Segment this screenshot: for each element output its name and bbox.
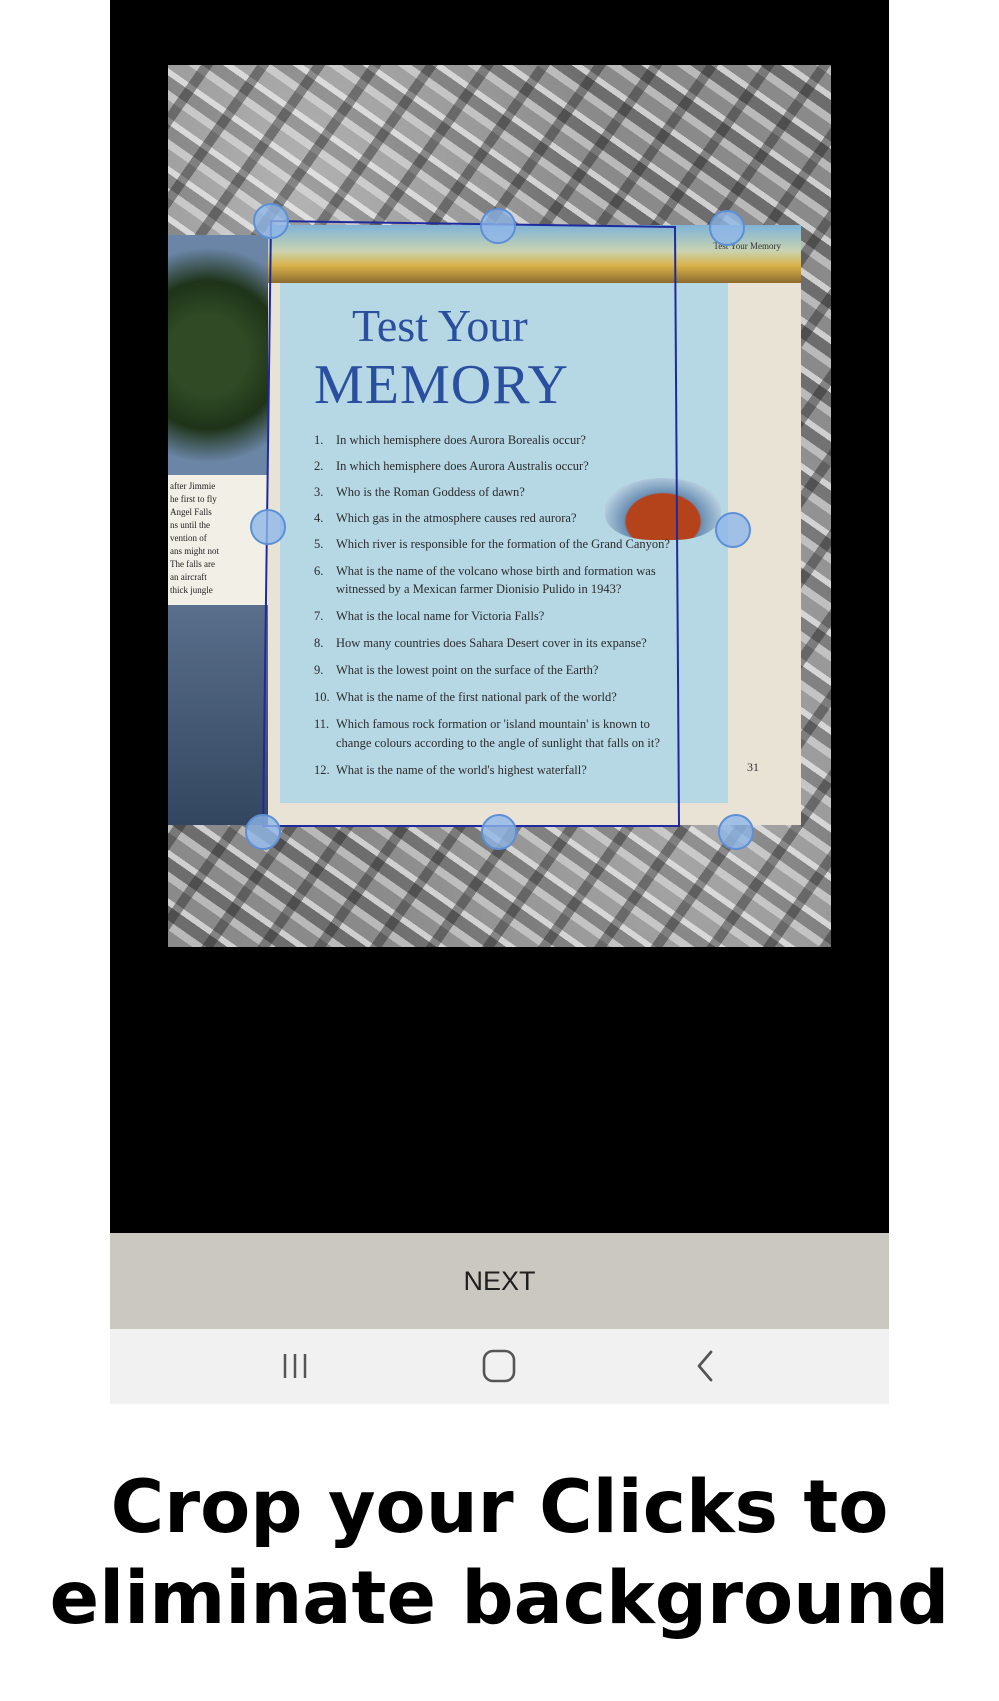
recents-button[interactable] bbox=[260, 1341, 330, 1391]
recents-icon bbox=[283, 1354, 307, 1378]
crop-handle-bottom-center[interactable] bbox=[481, 814, 517, 850]
crop-handle-bottom-right[interactable] bbox=[718, 814, 754, 850]
back-button[interactable] bbox=[670, 1341, 740, 1391]
crop-handle-top-left[interactable] bbox=[253, 203, 289, 239]
crop-handle-bottom-left[interactable] bbox=[245, 814, 281, 850]
crop-frame[interactable] bbox=[261, 219, 681, 827]
home-button[interactable] bbox=[464, 1341, 534, 1391]
crop-handle-middle-right[interactable] bbox=[715, 512, 751, 548]
next-button[interactable]: NEXT bbox=[110, 1233, 889, 1329]
crop-viewport: after Jimmie he first to fly Angel Falls… bbox=[110, 0, 889, 1233]
phone-screen: after Jimmie he first to fly Angel Falls… bbox=[110, 0, 889, 1404]
caption-line2: eliminate background bbox=[49, 1556, 950, 1641]
home-icon bbox=[482, 1349, 516, 1383]
back-icon bbox=[697, 1350, 713, 1382]
crop-overlay bbox=[245, 203, 754, 850]
caption-line1: Crop your Clicks to bbox=[110, 1465, 889, 1550]
crop-handle-top-right[interactable] bbox=[709, 210, 745, 246]
crop-handle-top-center[interactable] bbox=[480, 208, 516, 244]
system-nav-bar bbox=[110, 1329, 889, 1404]
crop-handle-middle-left[interactable] bbox=[250, 509, 286, 545]
